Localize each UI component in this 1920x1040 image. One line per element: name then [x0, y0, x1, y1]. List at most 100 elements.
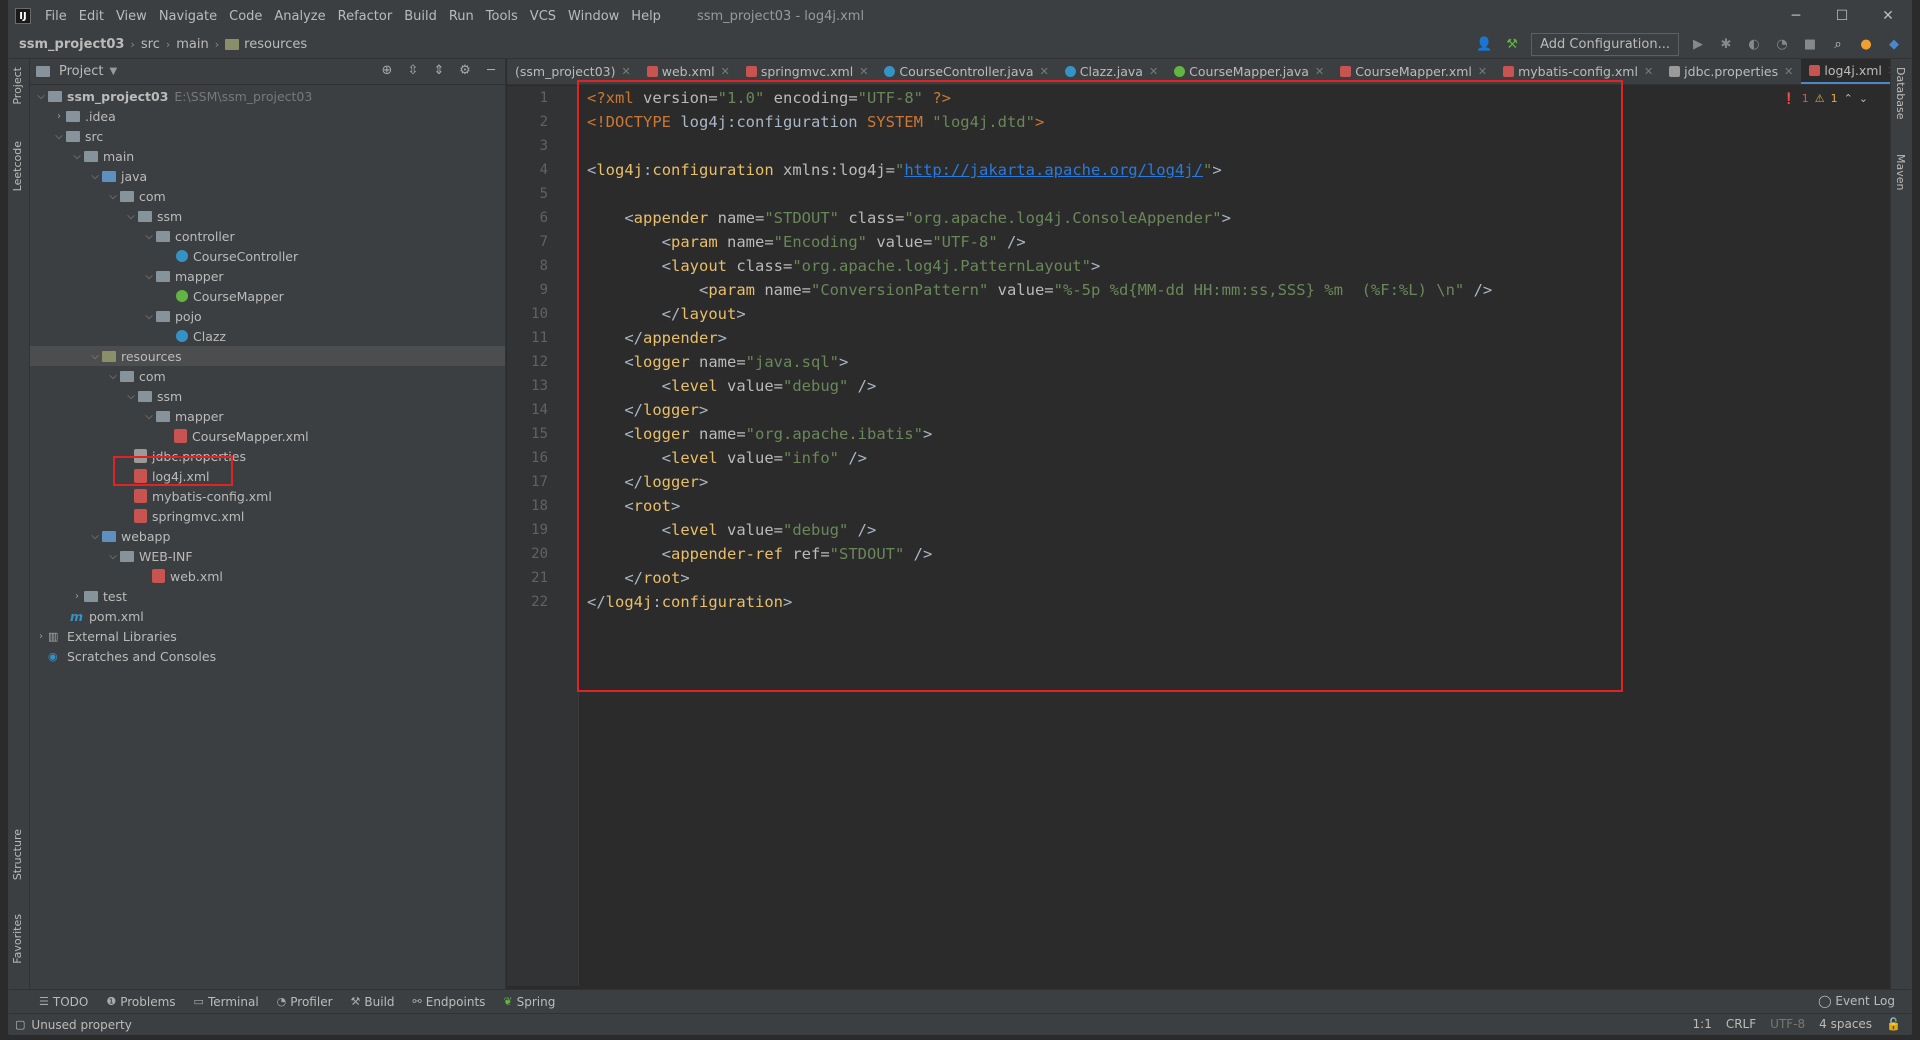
tree-item-res-mapper[interactable]: ⌵ mapper: [30, 406, 505, 426]
menu-file[interactable]: File: [39, 9, 73, 24]
collapse-all-icon[interactable]: ⇕: [431, 63, 447, 78]
profile-icon[interactable]: ◔: [1773, 36, 1791, 54]
tab-jdbc-properties[interactable]: jdbc.properties ✕: [1661, 59, 1801, 84]
close-icon[interactable]: ✕: [1478, 65, 1487, 78]
panel-toggle-icon[interactable]: ▢: [15, 1018, 25, 1031]
database-tool-tab[interactable]: Database: [1894, 67, 1907, 120]
minimize-button[interactable]: ─: [1773, 1, 1819, 31]
tree-item-springmvc[interactable]: springmvc.xml: [30, 506, 505, 526]
menu-edit[interactable]: Edit: [73, 9, 110, 24]
user-icon[interactable]: 👤: [1475, 36, 1493, 54]
close-icon[interactable]: ✕: [622, 65, 631, 78]
tool-spring[interactable]: ❦ Spring: [503, 995, 555, 1009]
hammer-icon[interactable]: ⚒: [1503, 36, 1521, 54]
event-log-button[interactable]: ◯ Event Log: [1818, 994, 1895, 1008]
plugin-icon[interactable]: ◆: [1885, 36, 1903, 54]
tree-item-java[interactable]: ⌵ java: [30, 166, 505, 186]
stop-icon[interactable]: ■: [1801, 36, 1819, 54]
debug-icon[interactable]: ✱: [1717, 36, 1735, 54]
inspection-widget[interactable]: ❗ 1 ⚠ 1 ⌃ ⌄: [1782, 92, 1868, 105]
menu-window[interactable]: Window: [562, 9, 625, 24]
tree-item-src[interactable]: ⌵ src: [30, 126, 505, 146]
tool-todo[interactable]: ☰ TODO: [39, 995, 88, 1009]
hide-icon[interactable]: ─: [483, 63, 499, 78]
close-icon[interactable]: ✕: [1040, 65, 1049, 78]
tree-item-com[interactable]: ⌵ com: [30, 186, 505, 206]
tool-build[interactable]: ⚒ Build: [351, 995, 395, 1009]
close-icon[interactable]: ✕: [1315, 65, 1324, 78]
tree-item-coursemapper[interactable]: CourseMapper: [30, 286, 505, 306]
tree-item-coursecontroller[interactable]: CourseController: [30, 246, 505, 266]
close-icon[interactable]: ✕: [1784, 65, 1793, 78]
add-configuration-button[interactable]: Add Configuration...: [1531, 33, 1679, 56]
tree-item-main[interactable]: ⌵ main: [30, 146, 505, 166]
update-icon[interactable]: ●: [1857, 36, 1875, 54]
close-icon[interactable]: ✕: [1644, 65, 1653, 78]
breadcrumb-project[interactable]: ssm_project03: [19, 37, 124, 52]
menu-view[interactable]: View: [110, 9, 153, 24]
project-view-selector[interactable]: Project: [59, 64, 103, 79]
close-icon[interactable]: ✕: [859, 65, 868, 78]
tree-item-resources[interactable]: ⌵ resources: [30, 346, 505, 366]
tool-terminal[interactable]: ▭ Terminal: [194, 995, 259, 1009]
tree-item-clazz[interactable]: Clazz: [30, 326, 505, 346]
gear-icon[interactable]: ⚙: [457, 63, 473, 78]
favorites-tool-tab[interactable]: Favorites: [11, 914, 24, 964]
tree-item-coursemapper-xml[interactable]: CourseMapper.xml: [30, 426, 505, 446]
tree-item-idea[interactable]: › .idea: [30, 106, 505, 126]
chevron-down-icon[interactable]: ▼: [109, 66, 117, 77]
maximize-button[interactable]: ☐: [1819, 1, 1865, 31]
tree-item-res-com[interactable]: ⌵ com: [30, 366, 505, 386]
run-icon[interactable]: ▶: [1689, 36, 1707, 54]
tab-log4j-xml[interactable]: log4j.xml✕: [1801, 59, 1892, 84]
menu-refactor[interactable]: Refactor: [332, 9, 399, 24]
tree-item-ssm[interactable]: ⌵ ssm: [30, 206, 505, 226]
tree-item-web-xml[interactable]: web.xml: [30, 566, 505, 586]
locate-icon[interactable]: ⊕: [379, 63, 395, 78]
menu-code[interactable]: Code: [223, 9, 268, 24]
menu-navigate[interactable]: Navigate: [153, 9, 223, 24]
chevron-down-icon[interactable]: ⌄: [1859, 92, 1868, 105]
chevron-up-icon[interactable]: ⌃: [1844, 92, 1853, 105]
code-editor[interactable]: 1 2 3 4 5 6 7 8 9 10 11 12 13 14 15 16 1…: [507, 80, 1892, 986]
tree-item-controller[interactable]: ⌵ controller: [30, 226, 505, 246]
line-separator[interactable]: CRLF: [1726, 1017, 1756, 1031]
breadcrumb-resources[interactable]: resources: [244, 37, 307, 52]
expand-all-icon[interactable]: ⇳: [405, 63, 421, 78]
breadcrumb-main[interactable]: main: [176, 37, 208, 52]
tree-item-webapp[interactable]: ⌵ webapp: [30, 526, 505, 546]
menu-tools[interactable]: Tools: [480, 9, 524, 24]
tree-item-web-inf[interactable]: ⌵ WEB-INF: [30, 546, 505, 566]
tree-item-external-libraries[interactable]: › ▥ External Libraries: [30, 626, 505, 646]
close-icon[interactable]: ✕: [1149, 65, 1158, 78]
tool-endpoints[interactable]: ⚯ Endpoints: [413, 995, 486, 1009]
menu-analyze[interactable]: Analyze: [268, 9, 331, 24]
tree-item-pojo[interactable]: ⌵ pojo: [30, 306, 505, 326]
menu-run[interactable]: Run: [443, 9, 480, 24]
tree-item-scratches[interactable]: ◉ Scratches and Consoles: [30, 646, 505, 666]
tree-item-test[interactable]: › test: [30, 586, 505, 606]
maven-tool-tab[interactable]: Maven: [1894, 154, 1907, 190]
tree-item-mybatis-config[interactable]: mybatis-config.xml: [30, 486, 505, 506]
tree-item-project-root[interactable]: ⌵ ssm_project03 E:\SSM\ssm_project03: [30, 86, 505, 106]
structure-tool-tab[interactable]: Structure: [11, 829, 24, 880]
indent-setting[interactable]: 4 spaces: [1819, 1017, 1872, 1031]
project-tool-tab[interactable]: Project: [11, 67, 24, 105]
caret-position[interactable]: 1:1: [1693, 1017, 1712, 1031]
tree-item-log4j-xml[interactable]: log4j.xml: [30, 466, 505, 486]
tool-profiler[interactable]: ◔ Profiler: [277, 995, 333, 1009]
menu-vcs[interactable]: VCS: [524, 9, 562, 24]
menu-help[interactable]: Help: [625, 9, 667, 24]
coverage-icon[interactable]: ◐: [1745, 36, 1763, 54]
menu-build[interactable]: Build: [398, 9, 443, 24]
lock-icon[interactable]: 🔓: [1886, 1017, 1901, 1031]
tree-item-mapper[interactable]: ⌵ mapper: [30, 266, 505, 286]
breadcrumb-src[interactable]: src: [141, 37, 160, 52]
close-icon[interactable]: ✕: [721, 65, 730, 78]
leetcode-tool-tab[interactable]: Leetcode: [11, 141, 24, 191]
tree-item-pom-xml[interactable]: m pom.xml: [30, 606, 505, 626]
file-encoding[interactable]: UTF-8: [1770, 1017, 1805, 1031]
close-button[interactable]: ✕: [1865, 1, 1911, 31]
search-icon[interactable]: ⌕: [1829, 36, 1847, 54]
tree-item-res-ssm[interactable]: ⌵ ssm: [30, 386, 505, 406]
